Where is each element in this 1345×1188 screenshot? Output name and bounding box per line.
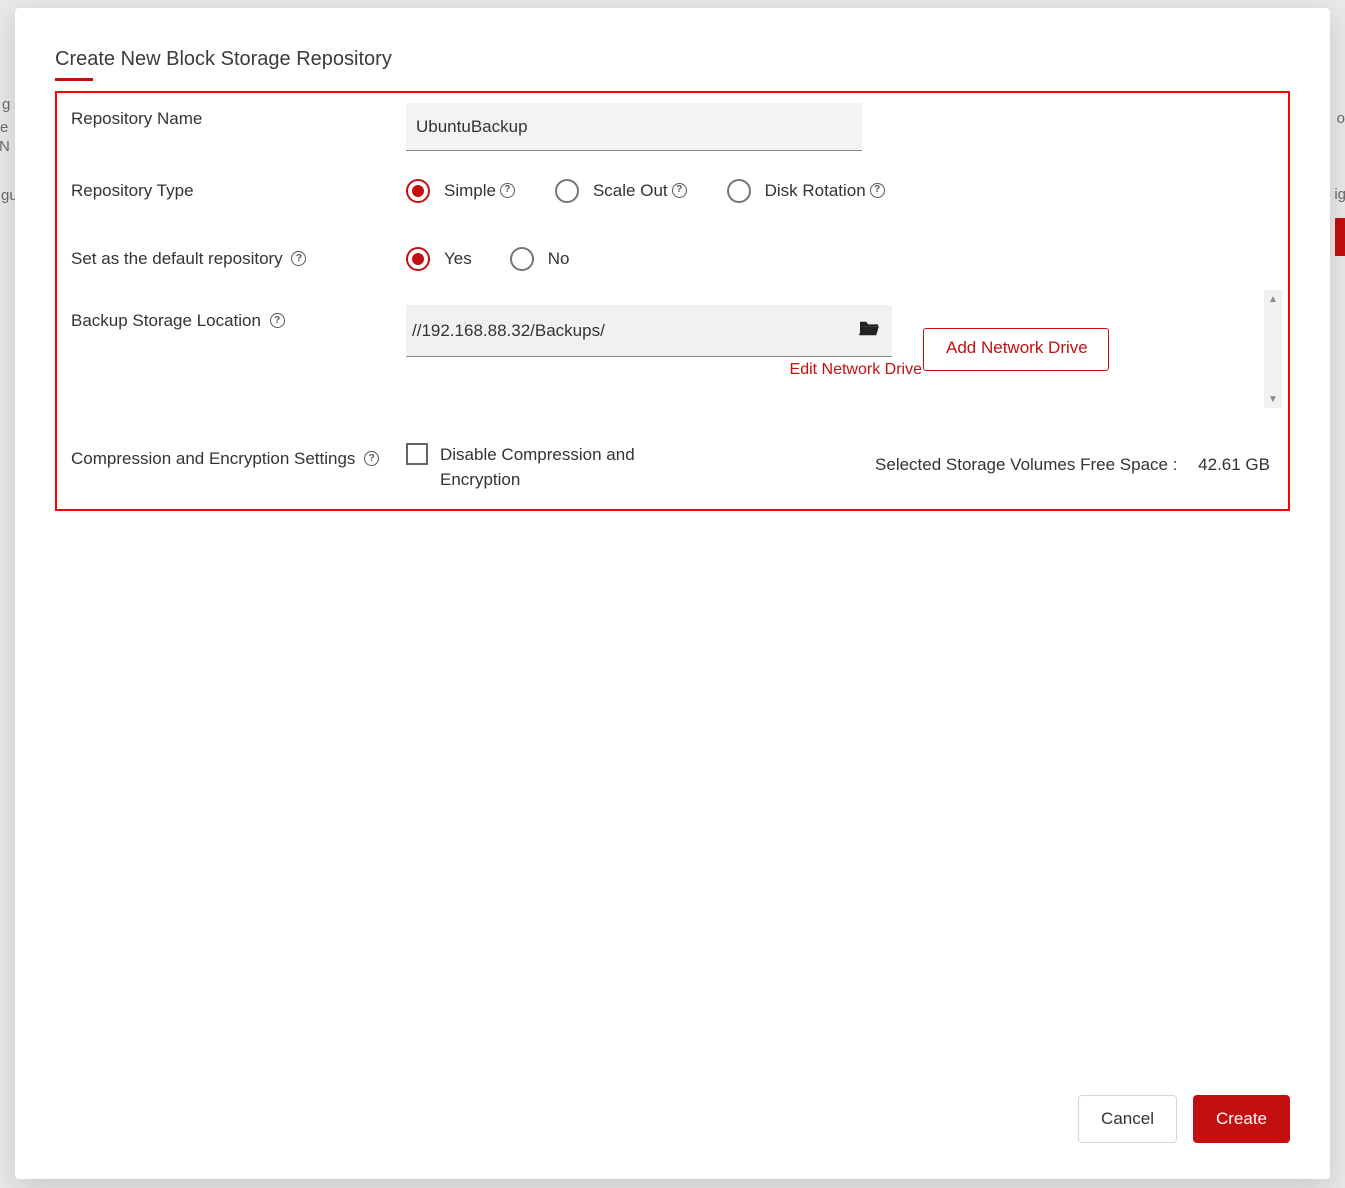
dialog-footer: Cancel Create <box>55 1095 1290 1149</box>
label-storage-location: Backup Storage Location ? <box>71 305 406 331</box>
disable-compression-encryption-checkbox[interactable] <box>406 443 428 465</box>
radio-icon <box>727 179 751 203</box>
row-repository-name: Repository Name <box>71 103 862 151</box>
row-default-repository: Set as the default repository ? Yes No <box>71 243 569 271</box>
free-space-value: 42.61 GB <box>1198 455 1270 474</box>
create-repository-dialog: Create New Block Storage Repository Repo… <box>15 8 1330 1179</box>
bg-text-fragment: e <box>0 119 8 136</box>
scrollbar-track[interactable]: ▲ ▼ <box>1264 290 1282 408</box>
label-text: Set as the default repository <box>71 249 283 268</box>
row-repository-type: Repository Type Simple ? Sc <box>71 175 885 203</box>
form-highlight-box: Repository Name Repository Type Simple ? <box>55 91 1290 511</box>
help-icon[interactable]: ? <box>672 183 687 198</box>
radio-label: No <box>548 249 570 269</box>
radio-icon <box>406 179 430 203</box>
radio-default-no[interactable]: No <box>510 247 570 271</box>
radio-repo-type-diskrotation[interactable]: Disk Rotation ? <box>727 179 885 203</box>
free-space-display: Selected Storage Volumes Free Space : 42… <box>875 455 1270 475</box>
create-button[interactable]: Create <box>1193 1095 1290 1143</box>
radio-repo-type-scaleout[interactable]: Scale Out ? <box>555 179 687 203</box>
scroll-up-icon[interactable]: ▲ <box>1264 290 1282 308</box>
add-network-drive-button[interactable]: Add Network Drive <box>923 328 1109 371</box>
help-icon[interactable]: ? <box>870 183 885 198</box>
radio-label: Disk Rotation ? <box>765 181 885 201</box>
label-compression-encryption: Compression and Encryption Settings ? <box>71 443 406 469</box>
default-repository-radio-group: Yes No <box>406 243 569 271</box>
radio-text: Disk Rotation <box>765 181 866 201</box>
label-text: Backup Storage Location <box>71 311 261 330</box>
label-default-repository: Set as the default repository ? <box>71 243 406 269</box>
radio-default-yes[interactable]: Yes <box>406 247 472 271</box>
folder-open-icon[interactable] <box>858 319 880 342</box>
label-repository-type: Repository Type <box>71 175 406 201</box>
edit-network-drive-link[interactable]: Edit Network Drive <box>790 361 922 379</box>
radio-repo-type-simple[interactable]: Simple ? <box>406 179 515 203</box>
bg-text-fragment: o <box>1337 110 1345 127</box>
radio-text: Simple <box>444 181 496 201</box>
row-storage-location: Backup Storage Location ? Edit Network D… <box>71 305 892 357</box>
form-area: Repository Name Repository Type Simple ? <box>57 93 1288 509</box>
label-repository-name: Repository Name <box>71 103 406 129</box>
free-space-label: Selected Storage Volumes Free Space : <box>875 455 1177 474</box>
checkbox-label: Disable Compression and Encryption <box>440 443 660 492</box>
help-icon[interactable]: ? <box>291 251 306 266</box>
bg-text-fragment: ig <box>1334 186 1345 203</box>
help-icon[interactable]: ? <box>364 451 379 466</box>
radio-icon <box>406 247 430 271</box>
dialog-title: Create New Block Storage Repository <box>55 48 1290 81</box>
radio-icon <box>555 179 579 203</box>
bg-text-fragment: g <box>2 96 10 113</box>
storage-location-input[interactable] <box>406 305 892 357</box>
page-backdrop: g e N gu o ig Create New Block Storage R… <box>0 0 1345 1188</box>
help-icon[interactable]: ? <box>270 313 285 328</box>
storage-location-wrap: Edit Network Drive <box>406 305 892 357</box>
label-text: Compression and Encryption Settings <box>71 449 355 468</box>
cancel-button[interactable]: Cancel <box>1078 1095 1177 1143</box>
radio-icon <box>510 247 534 271</box>
bg-red-bar <box>1335 218 1345 256</box>
radio-label: Scale Out ? <box>593 181 687 201</box>
radio-text: Scale Out <box>593 181 668 201</box>
repository-name-input[interactable] <box>406 103 862 151</box>
disable-compression-encryption-checkbox-row: Disable Compression and Encryption <box>406 443 660 492</box>
help-icon[interactable]: ? <box>500 183 515 198</box>
radio-label: Simple ? <box>444 181 515 201</box>
row-compression-encryption: Compression and Encryption Settings ? Di… <box>71 443 660 492</box>
radio-label: Yes <box>444 249 472 269</box>
bg-text-fragment: N <box>0 138 10 155</box>
repository-type-radio-group: Simple ? Scale Out ? <box>406 175 885 203</box>
scroll-down-icon[interactable]: ▼ <box>1264 390 1282 408</box>
